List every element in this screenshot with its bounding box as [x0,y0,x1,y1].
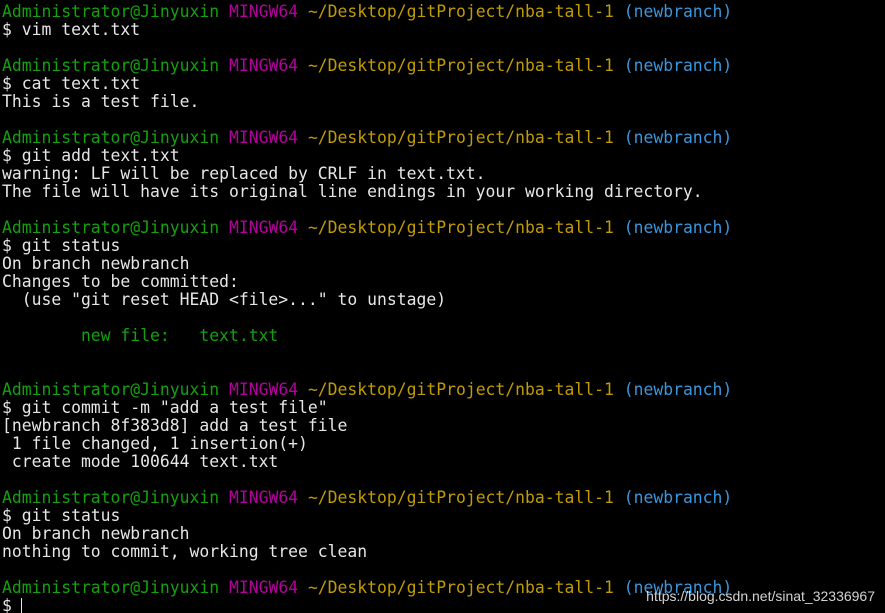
prompt-path: ~/Desktop/gitProject/nba-tall-1 [307,129,614,147]
command-line: $ git status [2,237,121,255]
prompt-symbol: $ [2,597,12,613]
text-cursor [20,598,22,613]
prompt-user-host: Administrator@Jinyuxin [2,381,220,399]
prompt-user-host: Administrator@Jinyuxin [2,3,220,21]
prompt-branch: (newbranch) [623,129,733,147]
command-line: $ git commit -m "add a test file" [2,399,328,417]
output-line: On branch newbranch [2,525,190,543]
prompt-path: ~/Desktop/gitProject/nba-tall-1 [307,579,614,597]
prompt-path: ~/Desktop/gitProject/nba-tall-1 [307,219,614,237]
prompt-line: Administrator@Jinyuxin MINGW64 ~/Desktop… [2,129,885,147]
prompt-line: Administrator@Jinyuxin MINGW64 ~/Desktop… [2,219,885,237]
output-line: 1 file changed, 1 insertion(+) [2,435,308,453]
prompt-system: MINGW64 [228,129,299,147]
output-line: On branch newbranch [2,255,190,273]
prompt-system: MINGW64 [228,57,299,75]
prompt-user-host: Administrator@Jinyuxin [2,579,220,597]
warning-line: warning: LF will be replaced by CRLF in … [2,165,486,183]
prompt-path: ~/Desktop/gitProject/nba-tall-1 [307,381,614,399]
command-line: $ vim text.txt [2,21,141,39]
prompt-path: ~/Desktop/gitProject/nba-tall-1 [307,57,614,75]
output-line: This is a test file. [2,93,200,111]
warning-line: The file will have its original line end… [2,183,703,201]
prompt-branch: (newbranch) [623,3,733,21]
prompt-branch: (newbranch) [623,489,733,507]
prompt-branch: (newbranch) [623,381,733,399]
watermark-text: https://blog.csdn.net/sinat_32336967 [646,588,875,604]
prompt-line: Administrator@Jinyuxin MINGW64 ~/Desktop… [2,3,885,21]
prompt-system: MINGW64 [228,219,299,237]
prompt-branch: (newbranch) [623,57,733,75]
prompt-line: Administrator@Jinyuxin MINGW64 ~/Desktop… [2,381,885,399]
output-line: nothing to commit, working tree clean [2,543,368,561]
output-line: [newbranch 8f383d8] add a test file [2,417,348,435]
command-line: $ git add text.txt [2,147,180,165]
command-line: $ cat text.txt [2,75,141,93]
output-line: create mode 100644 text.txt [2,453,279,471]
prompt-line: Administrator@Jinyuxin MINGW64 ~/Desktop… [2,489,885,507]
prompt-path: ~/Desktop/gitProject/nba-tall-1 [307,489,614,507]
output-line: (use "git reset HEAD <file>..." to unsta… [2,291,447,309]
output-line: Changes to be committed: [2,273,239,291]
prompt-user-host: Administrator@Jinyuxin [2,57,220,75]
prompt-system: MINGW64 [228,489,299,507]
command-line: $ git status [2,507,121,525]
prompt-branch: (newbranch) [623,219,733,237]
prompt-user-host: Administrator@Jinyuxin [2,219,220,237]
terminal-window[interactable]: Administrator@Jinyuxin MINGW64 ~/Desktop… [0,0,885,613]
prompt-line: Administrator@Jinyuxin MINGW64 ~/Desktop… [2,57,885,75]
prompt-system: MINGW64 [228,579,299,597]
prompt-user-host: Administrator@Jinyuxin [2,489,220,507]
staged-file-line: new file: text.txt [2,327,279,345]
prompt-path: ~/Desktop/gitProject/nba-tall-1 [307,3,614,21]
prompt-system: MINGW64 [228,381,299,399]
prompt-system: MINGW64 [228,3,299,21]
prompt-user-host: Administrator@Jinyuxin [2,129,220,147]
